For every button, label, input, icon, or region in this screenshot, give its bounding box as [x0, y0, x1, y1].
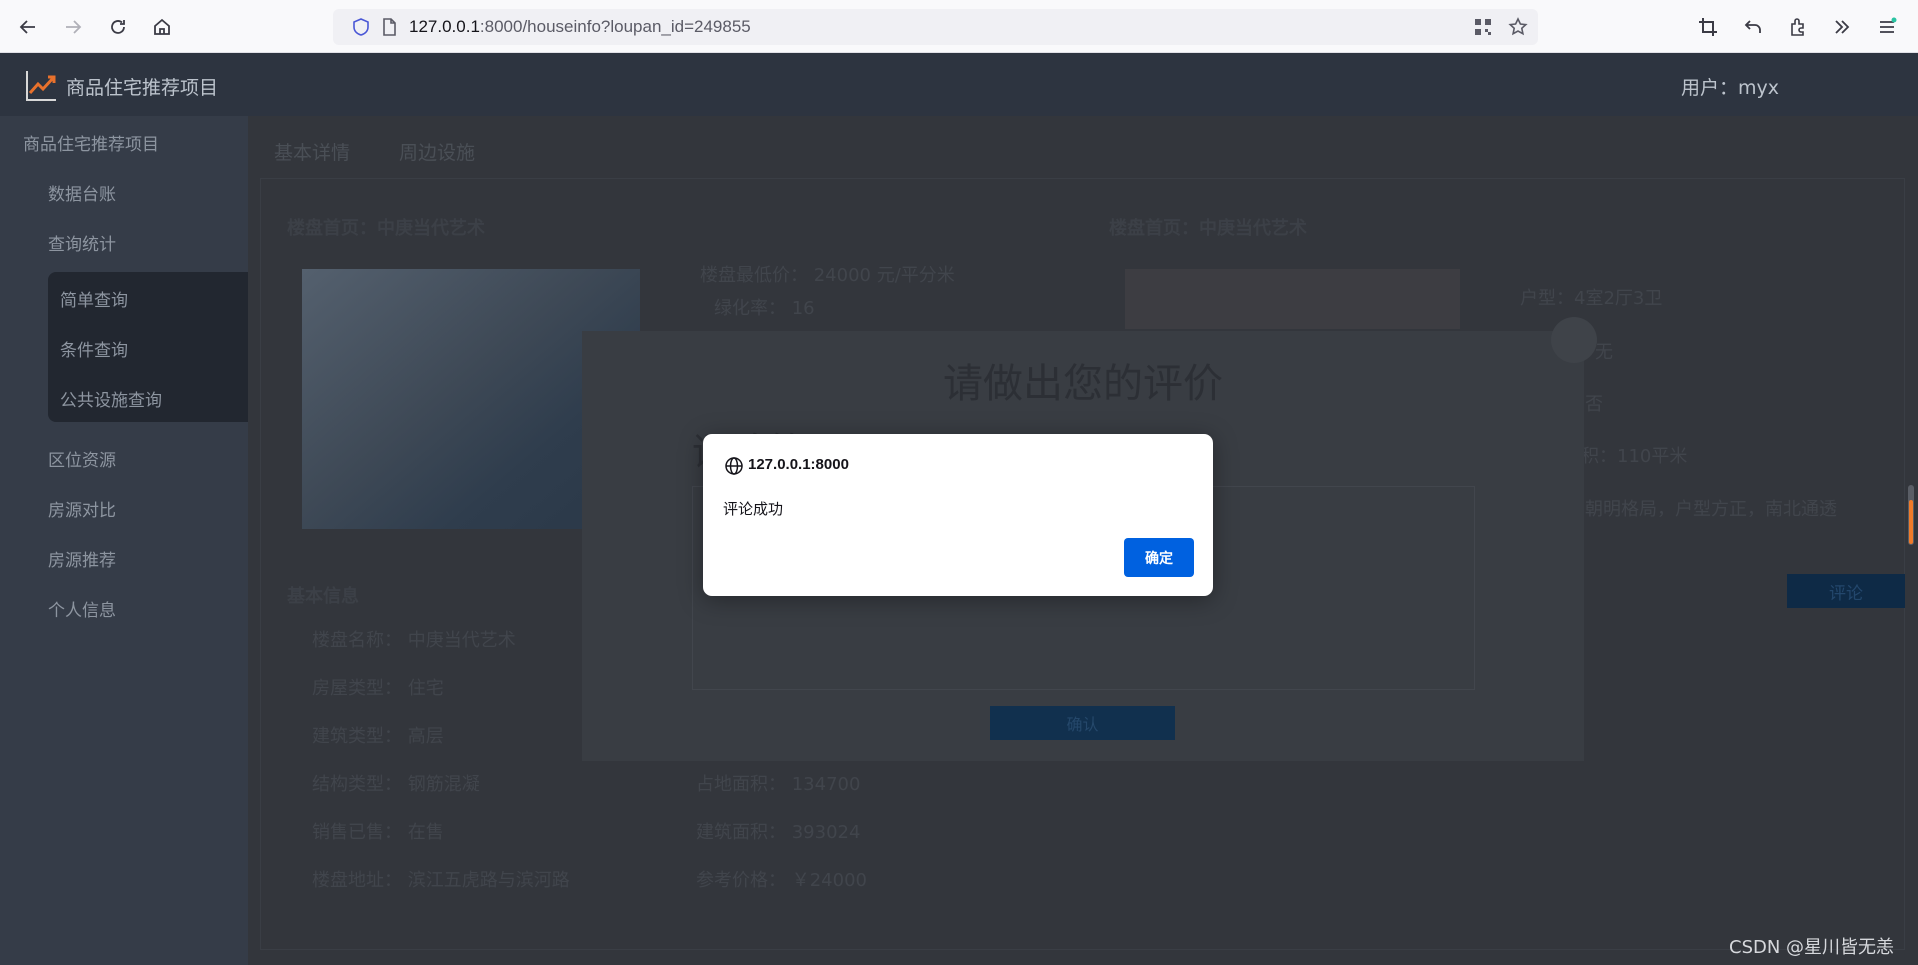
app-header: 商品住宅推荐项目 用户：myx: [0, 53, 1918, 116]
tab-surrounding[interactable]: 周边设施: [399, 138, 475, 165]
info-right-2: 参考价格： ￥24000: [696, 870, 867, 891]
sidebar-item-profile[interactable]: 个人信息: [48, 596, 116, 621]
sidebar-item-location[interactable]: 区位资源: [48, 446, 116, 471]
sidebar: 商品住宅推荐项目 数据台账 查询统计 简单查询 条件查询 公共设施查询 区位资源…: [0, 116, 248, 965]
info-left-0: 楼盘名称： 中庚当代艺术: [312, 630, 516, 651]
right-line-1: 无: [1595, 342, 1613, 363]
comment-button[interactable]: 评论: [1787, 574, 1905, 608]
layout-text: 户型：4室2厅3卫: [1520, 288, 1663, 309]
qr-code-icon[interactable]: [1473, 17, 1493, 37]
address-bar[interactable]: 127.0.0.1:8000/houseinfo?loupan_id=24985…: [333, 9, 1538, 45]
overflow-chevrons-icon[interactable]: [1828, 13, 1856, 41]
sidebar-item-compare[interactable]: 房源对比: [48, 496, 116, 521]
sidebar-item-condition-query[interactable]: 条件查询: [60, 336, 128, 361]
sidebar-item-query-stats[interactable]: 查询统计: [48, 230, 116, 255]
sidebar-item-facility-query[interactable]: 公共设施查询: [60, 386, 162, 411]
info-left-3: 结构类型： 钢筋混凝: [312, 774, 480, 795]
right-heading: 楼盘首页：中庚当代艺术: [1109, 218, 1307, 239]
tab-basic-details[interactable]: 基本详情: [274, 138, 350, 165]
info-right-1: 建筑面积： 393024: [696, 822, 861, 843]
sidebar-item-simple-query[interactable]: 简单查询: [60, 286, 128, 311]
globe-icon: [725, 457, 743, 475]
info-left-5: 楼盘地址： 滨江五虎路与滨河路: [312, 870, 570, 891]
right-line-2: 否: [1585, 394, 1603, 415]
watermark: CSDN @星川皆无恙: [1729, 937, 1895, 958]
bookmark-star-icon[interactable]: [1508, 17, 1528, 37]
extensions-icon[interactable]: [1784, 13, 1812, 41]
sidebar-item-data-ledger[interactable]: 数据台账: [48, 180, 116, 205]
modal-close-icon[interactable]: [1551, 317, 1597, 363]
shield-icon[interactable]: [351, 17, 371, 37]
undo-icon[interactable]: [1739, 13, 1767, 41]
reload-icon[interactable]: [104, 13, 132, 41]
url-text[interactable]: 127.0.0.1:8000/houseinfo?loupan_id=24985…: [409, 17, 751, 37]
app-title: 商品住宅推荐项目: [66, 77, 219, 99]
info-left-2: 建筑类型： 高层: [312, 726, 444, 747]
sidebar-submenu: 简单查询 条件查询 公共设施查询: [48, 272, 248, 422]
green-rate-text: 绿化率： 16: [714, 298, 815, 319]
user-label[interactable]: 用户：myx: [1681, 73, 1779, 100]
price-text: 楼盘最低价： 24000 元/平分米: [700, 265, 955, 286]
info-heading: 基本信息: [287, 586, 359, 607]
back-icon[interactable]: [14, 13, 42, 41]
sidebar-item-recommend[interactable]: 房源推荐: [48, 546, 116, 571]
forward-icon[interactable]: [59, 13, 87, 41]
home-icon[interactable]: [148, 13, 176, 41]
chart-logo-icon: [26, 71, 56, 101]
menu-icon[interactable]: [1873, 13, 1901, 41]
right-line-4: 朝明格局，户型方正，南北通透: [1585, 499, 1837, 520]
alert-dialog: 127.0.0.1:8000 评论成功 确定: [703, 434, 1213, 596]
screenshot-crop-icon[interactable]: [1694, 13, 1722, 41]
alert-message: 评论成功: [723, 500, 784, 518]
floorplan-image: [1125, 269, 1460, 329]
review-modal-title: 请做出您的评价: [943, 361, 1223, 407]
review-confirm-button[interactable]: 确认: [990, 706, 1175, 740]
sidebar-section-title[interactable]: 商品住宅推荐项目: [23, 130, 159, 155]
info-left-4: 销售已售： 在售: [312, 822, 444, 843]
info-left-1: 房屋类型： 住宅: [312, 678, 444, 699]
page-icon[interactable]: [379, 17, 399, 37]
page-scrollbar-thumb[interactable]: [1909, 500, 1913, 544]
left-heading: 楼盘首页：中庚当代艺术: [287, 218, 485, 239]
right-line-3: 积：110平米: [1581, 446, 1688, 467]
alert-origin: 127.0.0.1:8000: [748, 456, 849, 473]
browser-toolbar: 127.0.0.1:8000/houseinfo?loupan_id=24985…: [0, 0, 1918, 53]
info-right-0: 占地面积： 134700: [696, 774, 861, 795]
alert-ok-button[interactable]: 确定: [1124, 538, 1194, 577]
